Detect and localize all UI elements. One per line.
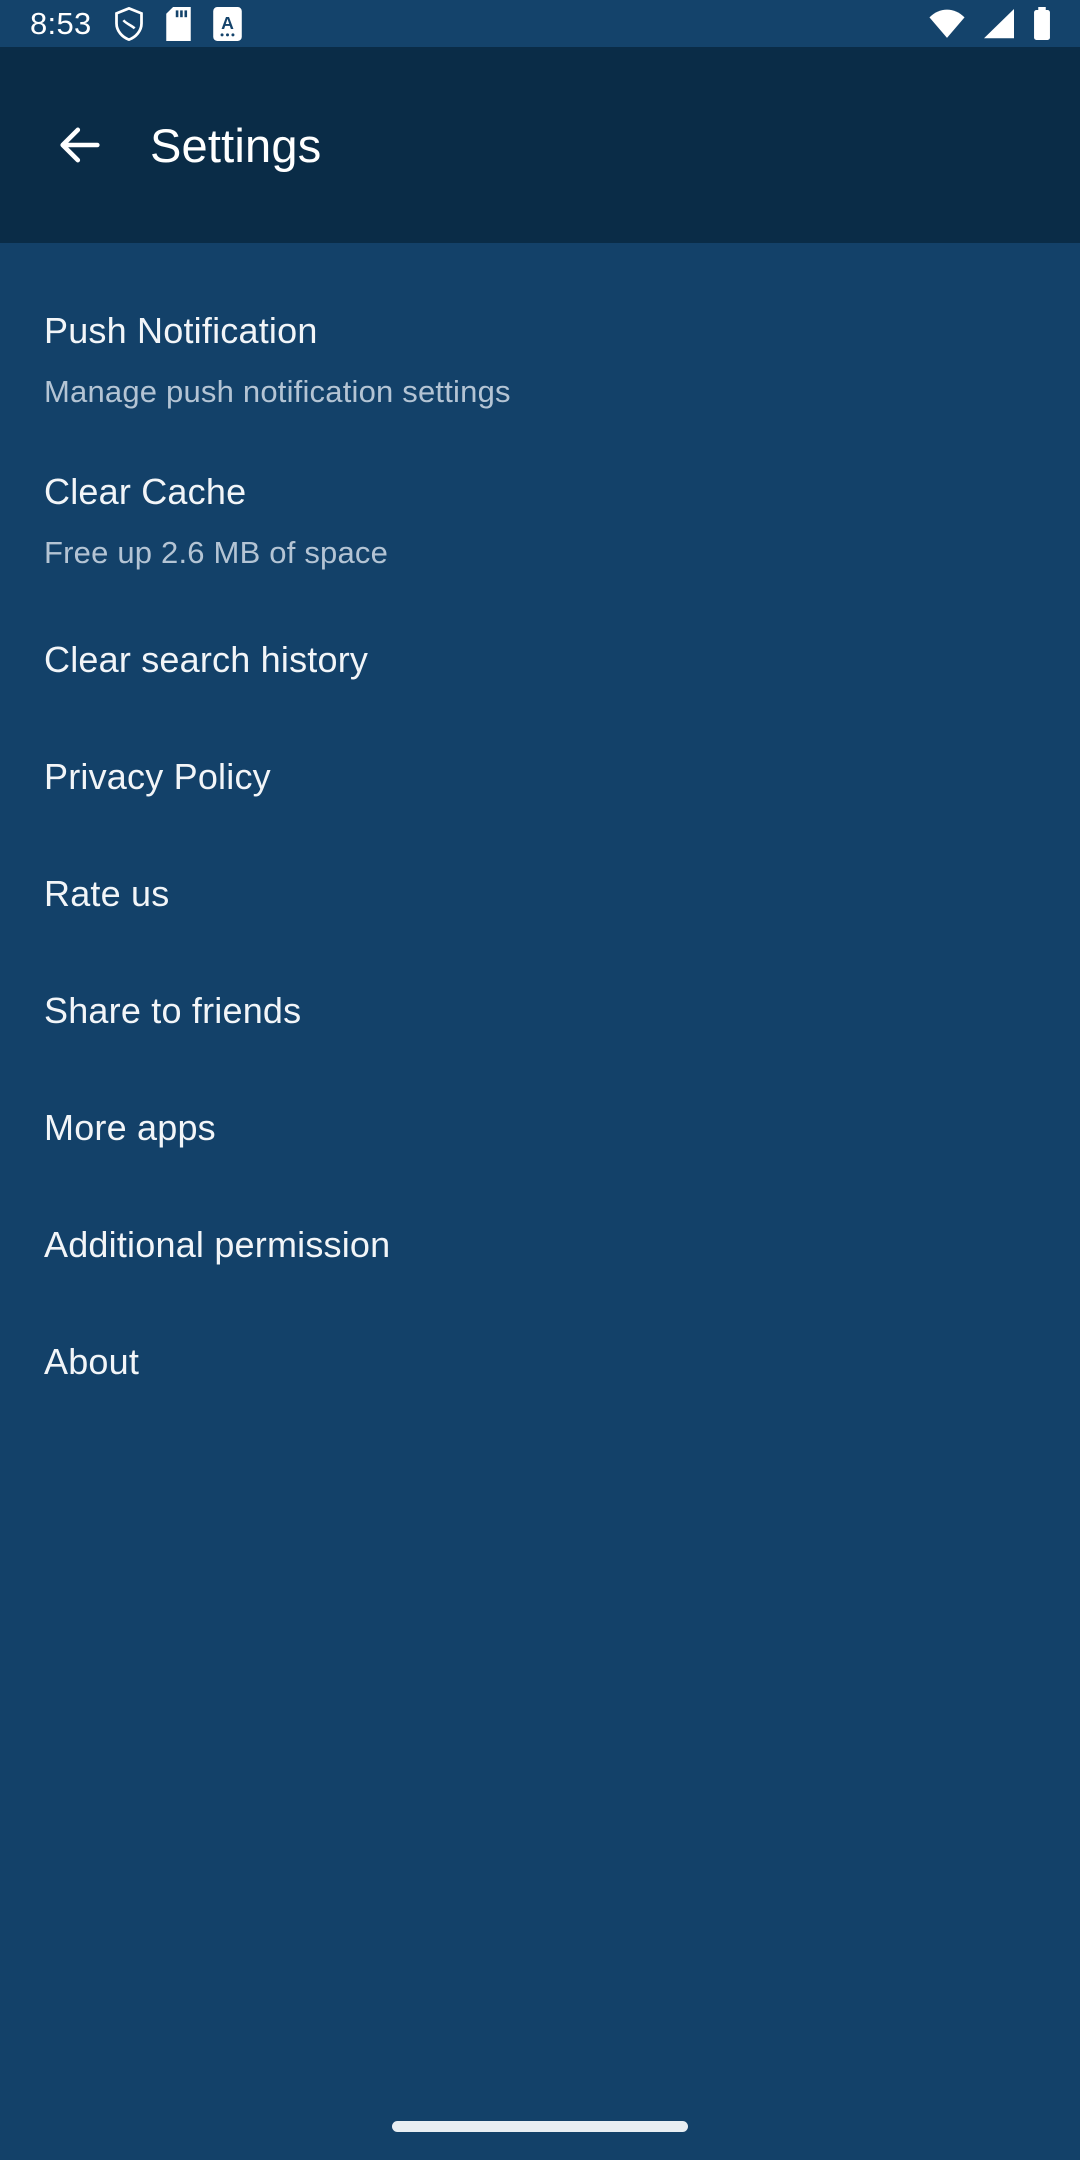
settings-item-clear-search-history[interactable]: Clear search history xyxy=(0,601,1080,718)
arrow-left-icon xyxy=(60,127,100,163)
page-title: Settings xyxy=(150,118,322,172)
status-bar-left-group: 8:53 A xyxy=(30,6,242,41)
status-bar: 8:53 A xyxy=(0,0,1080,47)
sd-card-icon xyxy=(165,6,191,41)
settings-item-subtitle: Free up 2.6 MB of space xyxy=(44,534,389,570)
settings-item-title: Share to friends xyxy=(44,989,302,1031)
settings-item-push-notification[interactable]: Push Notification Manage push notificati… xyxy=(0,279,1080,440)
home-gesture-pill[interactable] xyxy=(392,2120,688,2132)
screenshot-a-icon: A xyxy=(212,6,242,41)
settings-item-clear-cache[interactable]: Clear Cache Free up 2.6 MB of space xyxy=(0,440,1080,601)
settings-item-title: More apps xyxy=(44,1106,216,1148)
settings-screen: 8:53 A Settings Push Notification Manage… xyxy=(0,0,1080,2160)
settings-item-privacy-policy[interactable]: Privacy Policy xyxy=(0,718,1080,835)
settings-item-subtitle: Manage push notification settings xyxy=(44,373,511,409)
status-bar-right-group xyxy=(928,7,1052,40)
settings-item-about[interactable]: About xyxy=(0,1303,1080,1420)
settings-list: Push Notification Manage push notificati… xyxy=(0,243,1080,1420)
wifi-icon xyxy=(929,9,965,38)
settings-item-rate-us[interactable]: Rate us xyxy=(0,835,1080,952)
settings-item-title: About xyxy=(44,1340,140,1382)
cellular-signal-icon xyxy=(984,8,1014,38)
settings-item-title: Privacy Policy xyxy=(44,755,271,797)
settings-item-share-to-friends[interactable]: Share to friends xyxy=(0,952,1080,1069)
battery-icon xyxy=(1034,7,1050,40)
settings-item-title: Additional permission xyxy=(44,1223,391,1265)
settings-item-title: Rate us xyxy=(44,872,170,914)
settings-item-additional-permission[interactable]: Additional permission xyxy=(0,1186,1080,1303)
status-bar-clock: 8:53 xyxy=(30,6,92,41)
back-button[interactable] xyxy=(32,97,128,193)
settings-item-more-apps[interactable]: More apps xyxy=(0,1069,1080,1186)
settings-item-title: Clear Cache xyxy=(44,471,247,513)
vpn-shield-icon xyxy=(114,6,143,41)
settings-item-title: Clear search history xyxy=(44,638,369,680)
app-bar: Settings xyxy=(0,47,1080,243)
navigation-gesture-bar xyxy=(0,2092,1080,2160)
svg-text:A: A xyxy=(221,12,234,32)
settings-item-title: Push Notification xyxy=(44,310,318,352)
